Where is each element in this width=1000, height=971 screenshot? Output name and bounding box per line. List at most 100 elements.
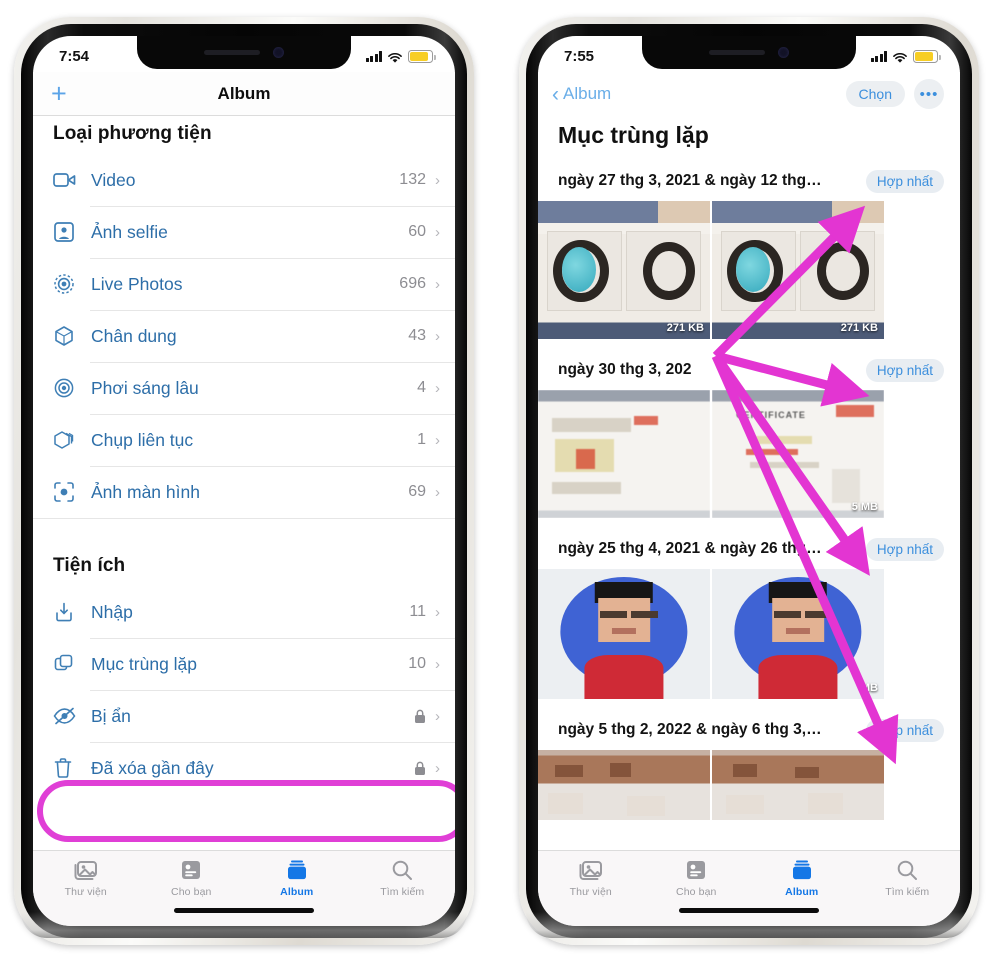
right-phone-screen: 7:55 ‹ Album Chọn ••• Mục trùng lặp ngày… [538,36,960,926]
portrait-icon [53,325,85,347]
tab-albums[interactable]: Album [244,859,350,898]
albums-list[interactable]: Loại phương tiện Video 132 › Ảnh selfie … [33,116,455,888]
home-indicator[interactable] [174,908,314,913]
thumbnail[interactable]: 271 KB [712,201,884,339]
status-indicators [365,50,436,63]
list-item-duplicates[interactable]: Mục trùng lặp 10 › [33,638,455,690]
trash-icon [53,757,85,779]
albums-icon [287,860,306,880]
group-date-label: ngày 5 thg 2, 2022 & ngày 6 thg 3,… [558,721,822,738]
list-item-portrait[interactable]: Chân dung 43 › [33,310,455,362]
tab-label: Cho bạn [676,886,717,898]
merge-button[interactable]: Hợp nhất [865,358,944,382]
thumbnail-image [538,569,710,699]
chevron-right-icon: › [435,275,440,293]
group-date-label: ngày 27 thg 3, 2021 & ngày 12 thg… [558,172,822,189]
tab-label: Album [280,886,314,898]
left-tab-bar[interactable]: Thư viện Cho bạn Album Tìm kiếm [33,850,455,926]
earpiece-speaker-icon [204,50,260,55]
thumbnail[interactable]: 271 KB [538,201,710,339]
thumbnail[interactable] [538,750,710,820]
library-icon [579,861,602,880]
earpiece-speaker-icon [709,50,765,55]
select-button[interactable]: Chọn [845,81,905,107]
list-item-label: Chụp liên tục [91,429,194,450]
duplicate-thumbnails[interactable] [538,750,960,831]
lock-icon [414,709,435,724]
group-date-label: ngày 30 thg 3, 202 [558,361,692,378]
duplicates-list[interactable]: ngày 27 thg 3, 2021 & ngày 12 thg… Hợp n… [538,161,960,861]
duplicate-group-header: ngày 25 thg 4, 2021 & ngày 26 thg… Hợp n… [538,529,960,569]
list-item-count: 69 [408,483,426,500]
add-album-button[interactable]: + [51,80,67,107]
tab-library[interactable]: Thư viện [33,859,139,898]
tab-for-you[interactable]: Cho bạn [139,859,245,898]
thumbnail-image [712,569,884,699]
chevron-left-icon: ‹ [552,82,559,106]
list-item-label: Mục trùng lặp [91,653,198,674]
list-item-burst[interactable]: Chụp liên tục 1 › [33,414,455,466]
tab-albums[interactable]: Album [749,859,855,898]
albums-icon [792,860,811,880]
tab-library[interactable]: Thư viện [538,859,644,898]
foryou-icon [182,861,201,879]
left-nav-bar: + Album [33,72,455,116]
thumbnail[interactable]: CERTIFICATE 5 MB [712,390,884,518]
list-item-hidden[interactable]: Bị ẩn › [33,690,455,742]
tab-search[interactable]: Tìm kiếm [350,859,456,898]
cellular-bars-icon [365,51,382,62]
lock-icon [414,761,435,776]
home-indicator[interactable] [679,908,819,913]
right-tab-bar[interactable]: Thư viện Cho bạn Album Tìm kiếm [538,850,960,926]
battery-icon [408,50,436,63]
video-icon [53,171,85,189]
list-item-count: 132 [399,171,426,188]
left-phone-screen: 7:54 + Album Loại phương tiện Video 132 … [33,36,455,926]
notch [642,36,856,69]
merge-button[interactable]: Hợp nhất [865,169,944,193]
chevron-right-icon: › [435,379,440,397]
tab-label: Tìm kiếm [380,886,425,898]
list-item-selfies[interactable]: Ảnh selfie 60 › [33,206,455,258]
left-phone-mockup: 7:54 + Album Loại phương tiện Video 132 … [14,17,474,945]
list-item-count: 696 [399,275,426,292]
list-item-live-photos[interactable]: Live Photos 696 › [33,258,455,310]
list-item-screenshots[interactable]: Ảnh màn hình 69 › [33,466,455,518]
chevron-right-icon: › [435,431,440,449]
duplicate-group-header: ngày 27 thg 3, 2021 & ngày 12 thg… Hợp n… [538,161,960,201]
tab-label: Thư viện [569,886,612,898]
back-button[interactable]: ‹ Album [552,84,611,105]
thumbnail[interactable] [712,750,884,820]
list-item-count: 60 [408,223,426,240]
selfie-icon [53,221,85,243]
list-item-recently-deleted[interactable]: Đã xóa gần đây › [33,742,455,794]
thumbnail[interactable] [538,390,710,518]
duplicate-thumbnails[interactable]: 271 KB 271 KB [538,201,960,350]
more-dots-icon[interactable]: ••• [914,79,944,109]
list-item-count: 1 [417,431,426,448]
wifi-icon [892,51,908,63]
duplicate-thumbnails[interactable]: MB [538,569,960,710]
merge-button[interactable]: Hợp nhất [865,537,944,561]
right-phone-mockup: 7:55 ‹ Album Chọn ••• Mục trùng lặp ngày… [519,17,979,945]
merge-button[interactable]: Hợp nhất [865,718,944,742]
list-item-label: Phơi sáng lâu [91,377,199,398]
duplicate-thumbnails[interactable]: CERTIFICATE 5 MB [538,390,960,529]
long-exposure-icon [53,377,85,399]
hidden-icon [53,707,85,725]
chevron-right-icon: › [435,707,440,725]
tab-for-you[interactable]: Cho bạn [644,859,750,898]
thumbnail-image [538,390,710,518]
chevron-right-icon: › [435,327,440,345]
list-item-long-exposure[interactable]: Phơi sáng lâu 4 › [33,362,455,414]
thumbnail[interactable]: MB [712,569,884,699]
list-item-label: Live Photos [91,273,183,294]
list-item-video[interactable]: Video 132 › [33,154,455,206]
thumbnail[interactable] [538,569,710,699]
list-item-import[interactable]: Nhập 11 › [33,586,455,638]
status-indicators [870,50,941,63]
notch [137,36,351,69]
list-item-label: Nhập [91,601,133,622]
tab-search[interactable]: Tìm kiếm [855,859,961,898]
chevron-right-icon: › [435,603,440,621]
